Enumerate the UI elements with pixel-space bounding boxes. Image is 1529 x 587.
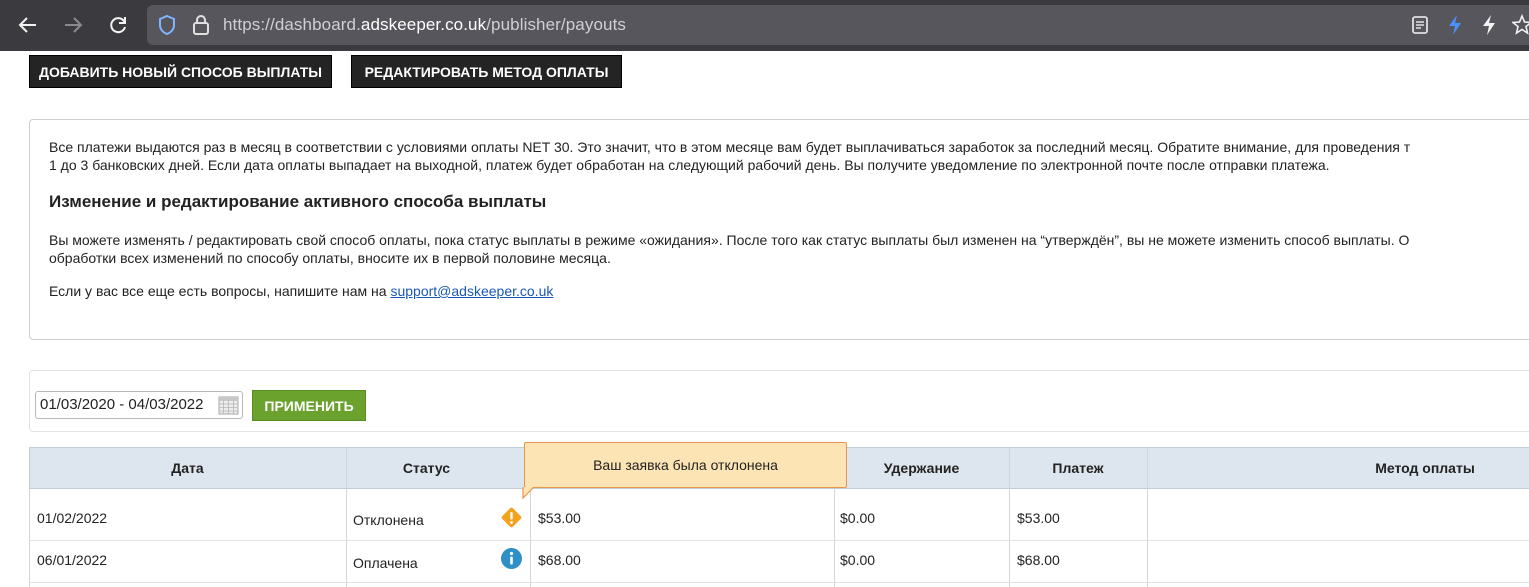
bookmark-star-icon[interactable] bbox=[1512, 14, 1529, 36]
url-prefix: https://dashboard. bbox=[223, 15, 361, 34]
column-header-date[interactable]: Дата bbox=[29, 447, 346, 489]
row1-payment: $53.00 bbox=[1017, 510, 1060, 526]
forward-button[interactable] bbox=[58, 10, 88, 40]
lightning-icon[interactable] bbox=[1480, 14, 1498, 36]
row2-payment: $68.00 bbox=[1017, 552, 1060, 568]
tooltip-arrow bbox=[522, 487, 535, 499]
row-divider bbox=[29, 582, 1529, 583]
status-tooltip: Ваш заявка была отклонена bbox=[524, 442, 847, 488]
support-email-link[interactable]: support@adskeeper.co.uk bbox=[390, 283, 553, 299]
info-paragraph-line3: Вы можете изменять / редактировать свой … bbox=[49, 232, 1410, 248]
column-header-method[interactable]: Метод оплаты bbox=[1147, 447, 1529, 489]
reload-icon bbox=[110, 17, 126, 34]
calendar-icon[interactable] bbox=[218, 395, 239, 415]
row2-hold: $0.00 bbox=[840, 552, 876, 568]
info-icon[interactable] bbox=[500, 547, 523, 570]
arrow-left-icon bbox=[18, 17, 36, 33]
table-left-border bbox=[29, 489, 30, 587]
lock-icon[interactable] bbox=[192, 14, 210, 36]
row2-status: Оплачена bbox=[353, 555, 418, 571]
info-paragraph-line1: Все платежи выдаются раз в месяц в соотв… bbox=[49, 139, 1411, 155]
column-divider bbox=[1147, 447, 1148, 587]
row1-status: Отклонена bbox=[353, 512, 424, 528]
tooltip-text: Ваш заявка была отклонена bbox=[593, 457, 778, 473]
tracking-shield-icon[interactable] bbox=[157, 14, 177, 36]
arrow-right-icon bbox=[65, 17, 83, 33]
column-divider bbox=[346, 447, 347, 587]
info-heading: Изменение и редактирование активного спо… bbox=[49, 192, 547, 211]
edit-payout-method-button[interactable]: РЕДАКТИРОВАТЬ МЕТОД ОПЛАТЫ bbox=[351, 55, 622, 88]
url-path: /publisher/payouts bbox=[486, 15, 626, 34]
column-divider bbox=[530, 489, 531, 587]
reader-view-icon[interactable] bbox=[1410, 14, 1430, 36]
apply-button[interactable]: ПРИМЕНИТЬ bbox=[252, 390, 366, 421]
url-domain: adskeeper.co.uk bbox=[360, 15, 487, 34]
warning-icon[interactable] bbox=[499, 505, 524, 530]
info-paragraph-line4: обработки всех изменений по способу опла… bbox=[49, 250, 611, 266]
column-header-hold[interactable]: Удержание bbox=[834, 447, 1009, 489]
column-header-payment[interactable]: Платеж bbox=[1009, 447, 1147, 489]
row1-date: 01/02/2022 bbox=[37, 510, 108, 526]
url-text[interactable]: https://dashboard.adskeeper.co.uk/publis… bbox=[223, 15, 626, 35]
info-paragraph-line2: 1 до 3 банковских дней. Если дата оплаты… bbox=[49, 157, 1330, 173]
date-range-input[interactable]: 01/03/2020 - 04/03/2022 bbox=[35, 391, 243, 419]
contact-prefix: Если у вас все еще есть вопросы, напишит… bbox=[49, 283, 387, 299]
row2-date: 06/01/2022 bbox=[37, 552, 108, 568]
reload-button[interactable] bbox=[103, 10, 133, 40]
column-header-status[interactable]: Статус bbox=[346, 447, 507, 489]
back-button[interactable] bbox=[13, 10, 43, 40]
row1-hold: $0.00 bbox=[840, 510, 876, 526]
row1-amount: $53.00 bbox=[538, 510, 581, 526]
add-payout-method-button[interactable]: ДОБАВИТЬ НОВЫЙ СПОСОБ ВЫПЛАТЫ bbox=[29, 55, 332, 88]
row2-amount: $68.00 bbox=[538, 552, 581, 568]
row-divider bbox=[29, 540, 1529, 541]
column-divider bbox=[1009, 447, 1010, 587]
lightning-blue-icon[interactable] bbox=[1446, 14, 1464, 36]
contact-line: Если у вас все еще есть вопросы, напишит… bbox=[49, 282, 553, 300]
